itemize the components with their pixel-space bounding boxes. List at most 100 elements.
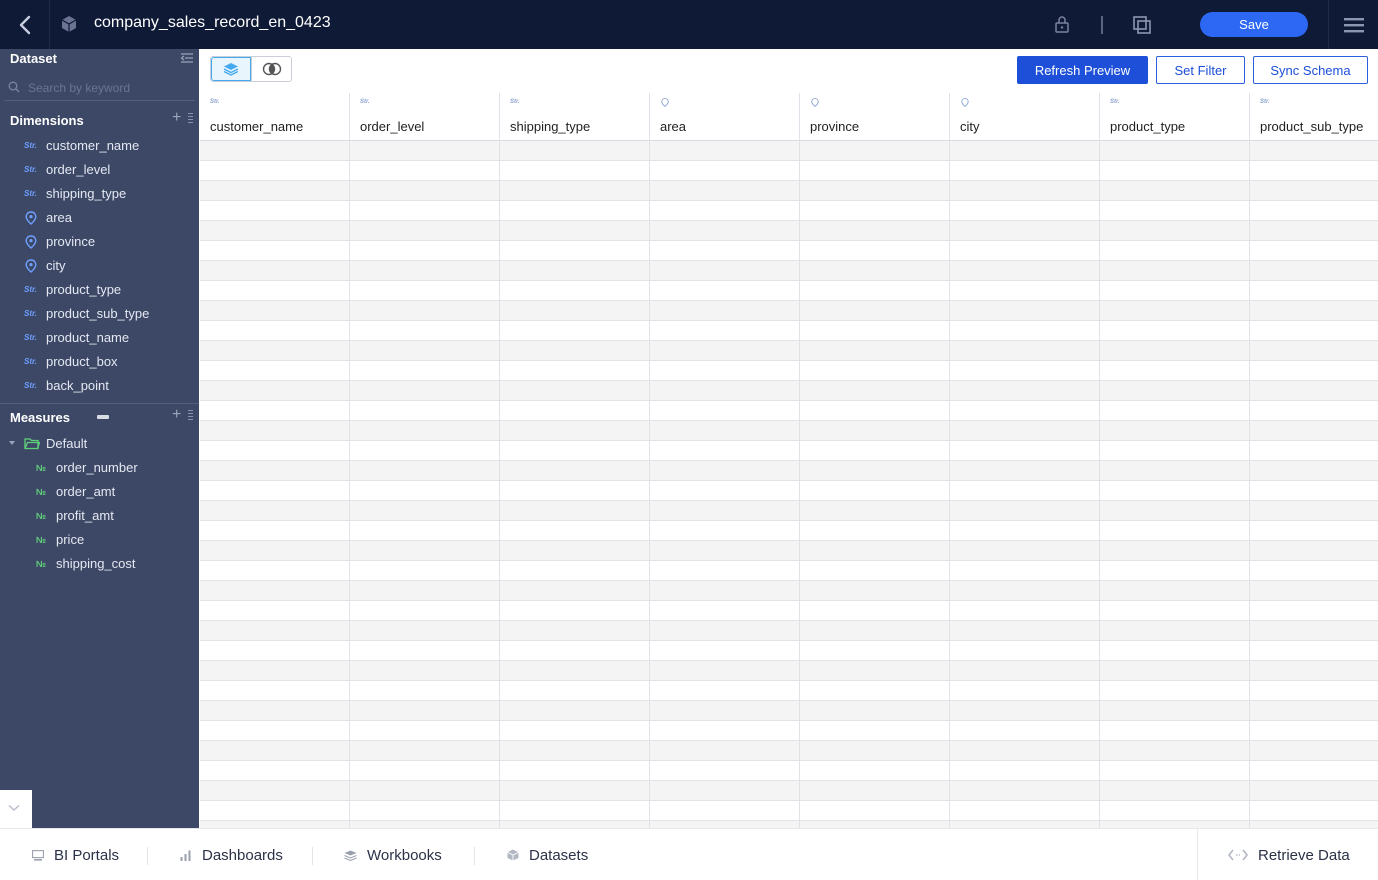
column-header-customer-name[interactable]: Str. customer_name: [200, 93, 350, 141]
join-view-button[interactable]: [251, 57, 291, 81]
string-type-icon: Str.: [24, 333, 37, 342]
drag-handle-icon[interactable]: [188, 410, 193, 422]
column-header-shipping-type[interactable]: Str. shipping_type: [500, 93, 650, 141]
dimension-item-shipping-type[interactable]: Str. shipping_type: [0, 183, 196, 205]
number-type-icon: №: [36, 559, 47, 569]
measures-header: Measures +: [0, 407, 199, 428]
column-divider: [1099, 141, 1100, 828]
dimensions-header: Dimensions +: [0, 110, 199, 131]
number-type-icon: №: [36, 511, 47, 521]
dimension-label: city: [46, 258, 66, 273]
measure-item-profit-amt[interactable]: № profit_amt: [0, 505, 196, 527]
expand-panel-toggle[interactable]: [0, 790, 32, 828]
column-divider: [1249, 141, 1250, 828]
layers-view-button[interactable]: [211, 57, 251, 81]
drag-handle-icon[interactable]: [188, 113, 193, 125]
grid-rows: [200, 141, 1378, 828]
column-divider: [349, 141, 350, 828]
nav-label: BI Portals: [54, 846, 120, 864]
search-input[interactable]: [28, 79, 188, 97]
dimension-item-product-sub-type[interactable]: Str. product_sub_type: [0, 303, 196, 325]
dimension-item-product-name[interactable]: Str. product_name: [0, 327, 196, 349]
measures-title: Measures: [10, 410, 70, 425]
geo-pin-icon: [25, 235, 37, 249]
app-header: company_sales_record_en_0423 Save: [0, 0, 1378, 49]
nav-label: Dashboards: [202, 846, 283, 864]
dimension-item-order-level[interactable]: Str. order_level: [0, 159, 196, 181]
dimension-item-province[interactable]: province: [0, 231, 196, 253]
lock-icon[interactable]: [1052, 14, 1072, 34]
column-name: province: [810, 119, 860, 134]
measure-item-shipping-cost[interactable]: № shipping_cost: [0, 553, 196, 575]
nav-bi-portals[interactable]: BI Portals: [32, 845, 119, 865]
column-header-province[interactable]: province: [800, 93, 950, 141]
retrieve-data-button[interactable]: Retrieve Data: [1228, 845, 1350, 865]
geo-pin-icon: [811, 98, 819, 107]
back-button[interactable]: [0, 0, 50, 49]
add-dimension-icon[interactable]: +: [172, 110, 184, 126]
measure-item-price[interactable]: № price: [0, 529, 196, 551]
collapse-measures-icon[interactable]: [97, 415, 109, 419]
view-mode-toggle: [210, 56, 292, 82]
column-header-area[interactable]: area: [650, 93, 800, 141]
string-type-icon: Str.: [24, 189, 37, 198]
nav-workbooks[interactable]: Workbooks: [344, 845, 442, 865]
column-divider: [949, 141, 950, 828]
layers-icon: [344, 850, 357, 861]
dimension-item-product-box[interactable]: Str. product_box: [0, 351, 196, 373]
number-type-icon: №: [36, 463, 47, 473]
dimension-label: province: [46, 234, 96, 249]
column-name: product_type: [1110, 119, 1186, 134]
number-type-icon: №: [36, 487, 47, 497]
string-type-icon: Str.: [1260, 99, 1270, 105]
bottom-navigation: BI Portals Dashboards Workbooks Datasets: [0, 828, 1378, 880]
venn-join-icon: [262, 62, 281, 76]
nav-separator: [147, 847, 148, 865]
refresh-preview-button[interactable]: Refresh Preview: [1017, 56, 1148, 84]
dimension-item-area[interactable]: area: [0, 207, 196, 229]
column-header-order-level[interactable]: Str. order_level: [350, 93, 500, 141]
column-divider: [649, 141, 650, 828]
search-icon: [8, 81, 20, 93]
dimension-item-product-type[interactable]: Str. product_type: [0, 279, 196, 301]
column-divider: [499, 141, 500, 828]
string-type-icon: Str.: [24, 309, 37, 318]
folder-label: Default: [46, 436, 88, 451]
column-header-product-type[interactable]: Str. product_type: [1100, 93, 1250, 141]
save-button[interactable]: Save: [1200, 12, 1308, 37]
dimension-label: back_point: [46, 378, 109, 393]
add-measure-icon[interactable]: +: [172, 407, 184, 423]
measure-folder-default[interactable]: Default: [0, 433, 196, 455]
column-header-product-sub-type[interactable]: Str. product_sub_type: [1250, 93, 1378, 141]
string-type-icon: Str.: [24, 285, 37, 294]
column-header-city[interactable]: city: [950, 93, 1100, 141]
sync-schema-button[interactable]: Sync Schema: [1253, 56, 1368, 84]
dimension-label: order_level: [46, 162, 111, 177]
dataset-sidebar: Dataset Dimensions + Str. customer_name …: [0, 49, 199, 828]
nav-dashboards[interactable]: Dashboards: [180, 845, 283, 865]
column-name: shipping_type: [510, 119, 591, 134]
nav-datasets[interactable]: Datasets: [507, 845, 588, 865]
dimension-item-city[interactable]: city: [0, 255, 196, 277]
nav-separator: [1197, 829, 1198, 880]
dimension-label: shipping_type: [46, 186, 127, 201]
copy-icon[interactable]: [1131, 14, 1153, 36]
set-filter-button[interactable]: Set Filter: [1156, 56, 1245, 84]
string-type-icon: Str.: [360, 99, 370, 105]
nav-label: Retrieve Data: [1258, 846, 1350, 864]
column-name: city: [960, 119, 980, 134]
dimension-item-customer-name[interactable]: Str. customer_name: [0, 135, 196, 157]
menu-button[interactable]: [1328, 0, 1378, 49]
caret-down-icon: [9, 441, 15, 445]
dimension-label: product_sub_type: [46, 306, 150, 321]
measure-item-order-amt[interactable]: № order_amt: [0, 481, 196, 503]
dataset-title: company_sales_record_en_0423: [94, 14, 331, 31]
geo-pin-icon: [25, 211, 37, 225]
header-separator: [1101, 16, 1103, 34]
collapse-sidebar-icon[interactable]: [180, 52, 194, 64]
dimension-label: area: [46, 210, 73, 225]
dimension-label: product_type: [46, 282, 122, 297]
measure-item-order-number[interactable]: № order_number: [0, 457, 196, 479]
dimension-item-back-point[interactable]: Str. back_point: [0, 375, 196, 397]
column-name: order_level: [360, 119, 425, 134]
